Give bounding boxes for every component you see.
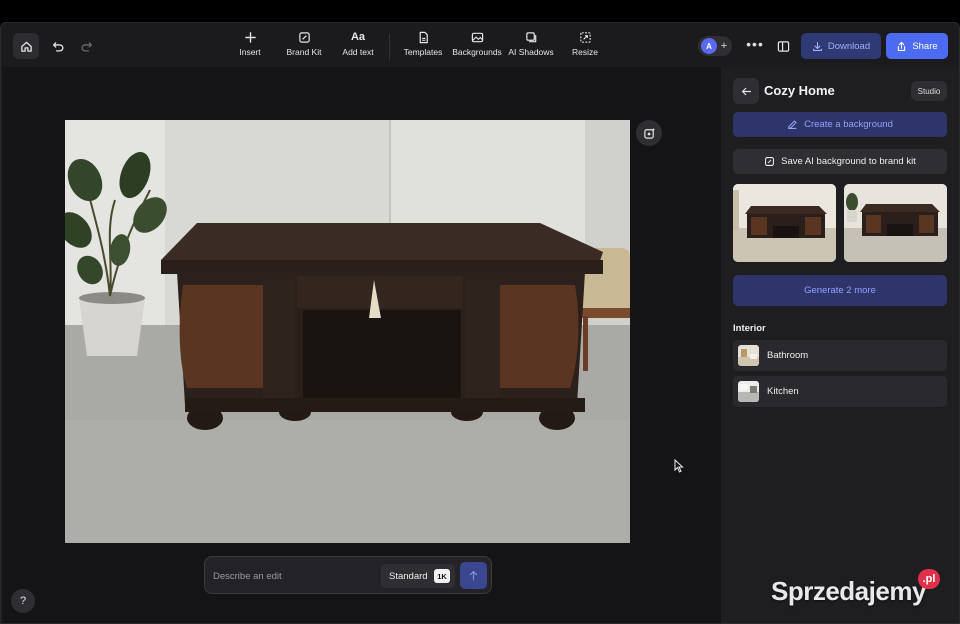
background-variant-thumbnail[interactable]	[733, 184, 836, 262]
top-toolbar: Insert Brand Kit Aa Add text Templates B…	[1, 23, 959, 67]
download-icon	[812, 41, 822, 51]
tool-label: Backgrounds	[452, 47, 502, 57]
brand-kit-icon	[765, 157, 775, 166]
tool-label: AI Shadows	[508, 47, 554, 57]
tool-templates[interactable]: Templates	[396, 31, 450, 63]
preset-item-label: Bathroom	[767, 350, 809, 361]
help-button[interactable]: ?	[11, 589, 35, 613]
redo-icon	[81, 41, 92, 52]
save-to-brand-kit-button[interactable]: Save AI background to brand kit	[733, 149, 947, 174]
tool-label: Add text	[342, 47, 374, 57]
more-options-icon[interactable]: •••	[745, 35, 765, 55]
create-background-label: Create a background	[804, 119, 893, 130]
preset-item-bathroom[interactable]: Bathroom	[733, 340, 947, 371]
plus-icon	[244, 32, 256, 43]
text-icon: Aa	[350, 31, 366, 43]
arrow-up-icon	[469, 571, 478, 580]
sparkle-image-icon	[643, 127, 655, 139]
backgrounds-icon	[471, 32, 483, 43]
tool-resize[interactable]: Resize	[558, 31, 612, 63]
studio-badge[interactable]: Studio	[911, 81, 947, 101]
quality-selector[interactable]: Standard 1K	[381, 564, 455, 588]
tool-insert[interactable]: Insert	[223, 31, 277, 63]
undo-button[interactable]	[45, 33, 71, 59]
ai-assist-button[interactable]	[636, 120, 662, 146]
share-label: Share	[912, 40, 938, 52]
tool-backgrounds[interactable]: Backgrounds	[450, 31, 504, 63]
create-background-button[interactable]: Create a background	[733, 112, 947, 137]
panel-title: Cozy Home	[764, 83, 835, 98]
tool-label: Brand Kit	[286, 47, 322, 57]
back-button[interactable]	[733, 78, 759, 104]
undo-icon	[52, 41, 63, 52]
app-window: Insert Brand Kit Aa Add text Templates B…	[0, 22, 960, 624]
home-button[interactable]	[13, 33, 39, 59]
save-to-brand-kit-label: Save AI background to brand kit	[781, 156, 916, 167]
tool-brand-kit[interactable]: Brand Kit	[277, 31, 331, 63]
resize-icon	[579, 32, 591, 43]
side-panel: Cozy Home Studio Create a background Sav…	[721, 67, 959, 623]
generate-more-button[interactable]: Generate 2 more	[733, 275, 947, 306]
desk-variant-image	[844, 184, 947, 262]
avatar: A	[701, 38, 717, 54]
watermark-badge: .pl	[918, 569, 940, 589]
watermark-text: Sprzedajemy	[771, 576, 926, 606]
templates-icon	[419, 31, 428, 44]
quality-label: Standard	[389, 571, 428, 582]
canvas-area: Standard 1K	[3, 67, 721, 623]
download-label: Download	[827, 40, 871, 52]
desk-scene-image	[65, 120, 630, 543]
tool-label: Resize	[572, 47, 598, 57]
tool-group: Insert Brand Kit Aa Add text Templates B…	[223, 31, 612, 63]
download-button[interactable]: Download	[801, 33, 881, 59]
pencil-icon	[788, 120, 797, 129]
add-collaborator-icon[interactable]: +	[717, 37, 731, 55]
shadows-icon	[525, 32, 536, 43]
mouse-cursor-icon	[674, 459, 684, 473]
home-icon	[20, 41, 32, 52]
edit-prompt-bar: Standard 1K	[204, 556, 492, 594]
preset-item-label: Kitchen	[767, 386, 799, 397]
desk-variant-image	[733, 184, 836, 262]
bathroom-thumbnail	[738, 345, 759, 366]
product-photo[interactable]	[65, 120, 630, 543]
redo-button[interactable]	[73, 33, 99, 59]
collaborators[interactable]: A +	[698, 36, 732, 56]
background-variant-thumbnail[interactable]	[844, 184, 947, 262]
tool-add-text[interactable]: Aa Add text	[331, 31, 385, 63]
brand-kit-icon	[298, 32, 310, 43]
layout-toggle-button[interactable]	[773, 36, 793, 56]
panel-layout-icon	[777, 40, 789, 52]
send-button[interactable]	[460, 562, 487, 589]
tool-label: Templates	[403, 47, 443, 57]
toolbar-divider	[389, 34, 390, 60]
preset-item-kitchen[interactable]: Kitchen	[733, 376, 947, 407]
arrow-left-icon	[741, 87, 751, 95]
tool-label: Insert	[239, 47, 261, 57]
share-icon	[898, 41, 906, 51]
tool-ai-shadows[interactable]: AI Shadows	[504, 31, 558, 63]
section-title-interior: Interior	[733, 323, 766, 334]
edit-prompt-input[interactable]	[213, 566, 373, 586]
kitchen-thumbnail	[738, 381, 759, 402]
share-button[interactable]: Share	[886, 33, 948, 59]
resolution-badge: 1K	[434, 569, 450, 583]
